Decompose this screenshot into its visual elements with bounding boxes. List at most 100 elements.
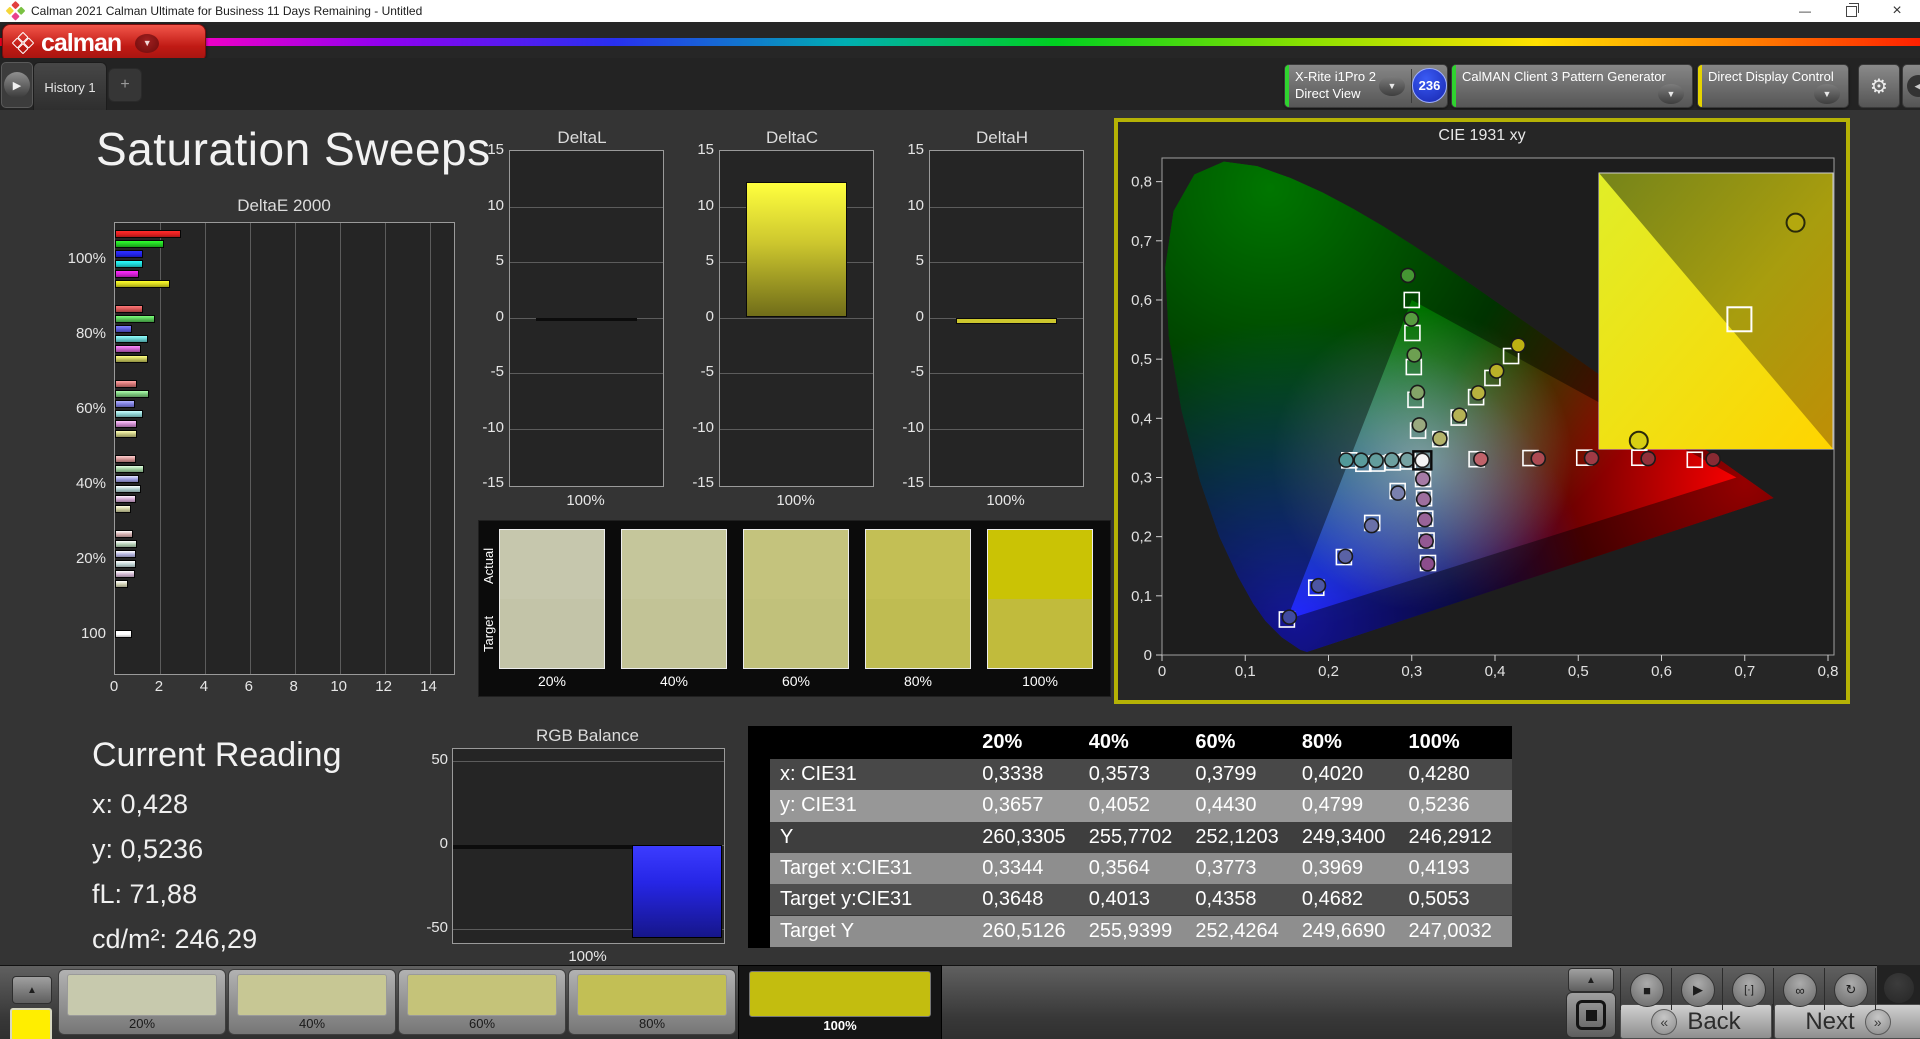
- category-label: 100%: [566, 492, 605, 509]
- pattern-swatch-button-20%[interactable]: 20%: [58, 969, 226, 1035]
- tab-history-1[interactable]: History 1: [33, 62, 107, 111]
- swatch-button-label: 80%: [638, 1016, 666, 1031]
- svg-text:0,5: 0,5: [1131, 351, 1152, 368]
- chevrons-left-icon: «: [1651, 1008, 1678, 1035]
- svg-text:0,2: 0,2: [1131, 529, 1152, 546]
- chevron-down-icon: ▼: [135, 33, 160, 53]
- refresh-button[interactable]: ↻: [1834, 973, 1868, 1007]
- table-cell: 0,4013: [1088, 888, 1150, 911]
- palette-collapse-button[interactable]: ▲: [12, 976, 52, 1004]
- value-bar: [536, 317, 637, 321]
- meter-status-accent: [1285, 65, 1289, 107]
- stop-button[interactable]: ■: [1630, 973, 1664, 1007]
- table-cell: 0,4280: [1408, 763, 1470, 786]
- next-button[interactable]: Next »: [1774, 1004, 1920, 1039]
- deltae-x-tick: 6: [244, 678, 253, 695]
- gridline: [510, 262, 663, 263]
- target-swatch: [500, 599, 604, 668]
- deltae-bar: [115, 579, 129, 588]
- close-button[interactable]: ×: [1874, 0, 1920, 22]
- y-tick-label: -5: [700, 363, 714, 380]
- plot-area: [509, 150, 664, 487]
- deltae-plot-area: [114, 222, 455, 675]
- svg-text:0,7: 0,7: [1131, 233, 1152, 250]
- target-swatch: [988, 599, 1092, 668]
- meter-name: X-Rite i1Pro 2: [1295, 69, 1376, 84]
- pattern-generator-dropdown[interactable]: CalMAN Client 3 Pattern Generator ▼: [1451, 64, 1693, 108]
- display-control-dropdown[interactable]: Direct Display Control ▼: [1697, 64, 1849, 108]
- transport-collapse-button[interactable]: ▲: [1568, 968, 1614, 992]
- deltae-bar: [115, 494, 137, 503]
- actual-swatch: [866, 530, 970, 599]
- deltae-bar: [115, 355, 148, 364]
- deltae-bar: [115, 400, 136, 409]
- back-button[interactable]: « Back: [1620, 1004, 1772, 1039]
- gridline: [930, 262, 1083, 263]
- deltae-x-tick: 0: [109, 678, 119, 695]
- table-cell: 0,5236: [1408, 794, 1470, 817]
- separator: [1620, 968, 1621, 1010]
- table-col-header: 100%: [1408, 731, 1460, 753]
- y-tick-label: -5: [910, 363, 924, 380]
- pattern-swatch-button-80%[interactable]: 80%: [568, 969, 736, 1035]
- rgb-plot-area: [452, 748, 725, 944]
- settings-button[interactable]: ⚙: [1858, 64, 1900, 108]
- table-cell: 0,4052: [1088, 794, 1150, 817]
- play-right-icon: ▶: [4, 72, 30, 98]
- y-tick-label: -5: [490, 363, 504, 380]
- actual-swatch: [744, 530, 848, 599]
- pattern-swatch-button-100%[interactable]: 100%: [738, 965, 942, 1039]
- current-reading-block: Current Reading x: 0,428 y: 0,5236 fL: 71,…: [92, 736, 452, 955]
- calman-logo-icon: [11, 31, 35, 55]
- gridline: [429, 223, 431, 674]
- table-cell: 0,5053: [1408, 888, 1470, 911]
- restore-button[interactable]: [1828, 0, 1874, 22]
- pattern-swatch-button-40%[interactable]: 40%: [228, 969, 396, 1035]
- gridline: [510, 206, 663, 208]
- loop-infinite-button[interactable]: ∞: [1783, 973, 1817, 1007]
- table-cell: 260,5126: [982, 919, 1066, 942]
- y-tick-label: -15: [692, 474, 714, 491]
- cie-chart-title: CIE 1931 xy: [1438, 127, 1526, 144]
- table-col-header: 20%: [982, 731, 1023, 753]
- table-cell: 0,4430: [1195, 794, 1257, 817]
- pattern-swatch-button-60%[interactable]: 60%: [398, 969, 566, 1035]
- current-pattern-swatch[interactable]: [10, 1008, 52, 1039]
- window-stop-button[interactable]: [1566, 992, 1616, 1038]
- pattern-window-button[interactable]: [·]: [1732, 973, 1766, 1007]
- history-panel-expander[interactable]: ▶: [1, 62, 33, 108]
- swatch-button-label: 100%: [823, 1018, 857, 1033]
- deltae-bar: [115, 270, 139, 279]
- calman-menu-button[interactable]: calman ▼: [2, 24, 206, 62]
- play-icon: ▶: [1693, 982, 1703, 997]
- gridline: [930, 206, 1083, 208]
- meter-dropdown[interactable]: X-Rite i1Pro 2 Direct View ▼ 236: [1284, 64, 1448, 108]
- actual-row-label: Actual: [481, 547, 496, 585]
- table-cell: 0,4193: [1408, 857, 1470, 880]
- table-row: y: CIE31 0,3657 0,4052 0,4430 0,4799 0,5236: [770, 790, 1512, 822]
- svg-text:0,4: 0,4: [1485, 663, 1506, 680]
- table-row: Target Y 260,5126 255,9399 252,4264 249,6690…: [770, 915, 1512, 947]
- table-cell: 0,3799: [1195, 763, 1257, 786]
- deltae-bar: [115, 230, 182, 239]
- swatch-button-label: 40%: [298, 1016, 326, 1031]
- rgb-bar-red: [453, 845, 543, 849]
- table-cell: 0,3573: [1088, 763, 1150, 786]
- table-cell: 249,6690: [1301, 919, 1386, 942]
- target-row-label: Target: [481, 615, 496, 653]
- play-button[interactable]: ▶: [1681, 973, 1715, 1007]
- meter-mode: Direct View: [1295, 86, 1361, 101]
- deltae-group-label: 100%: [67, 250, 106, 268]
- table-cell: 0,4799: [1301, 794, 1364, 817]
- gridline: [159, 223, 161, 674]
- svg-text:0,1: 0,1: [1235, 663, 1256, 680]
- toolbar-collapse-button[interactable]: ◀: [1902, 64, 1920, 108]
- rgb-balance-chart: RGB Balance 100% 50 0 -50: [426, 726, 740, 976]
- table-cell: 255,9399: [1088, 919, 1173, 942]
- plot-area: [929, 150, 1084, 487]
- swatch-cell-20%: [499, 529, 605, 669]
- add-tab-button[interactable]: +: [108, 68, 142, 102]
- y-tick-label: 15: [487, 141, 504, 158]
- minimize-button[interactable]: —: [1782, 0, 1828, 22]
- y-tick-label: -10: [902, 418, 924, 436]
